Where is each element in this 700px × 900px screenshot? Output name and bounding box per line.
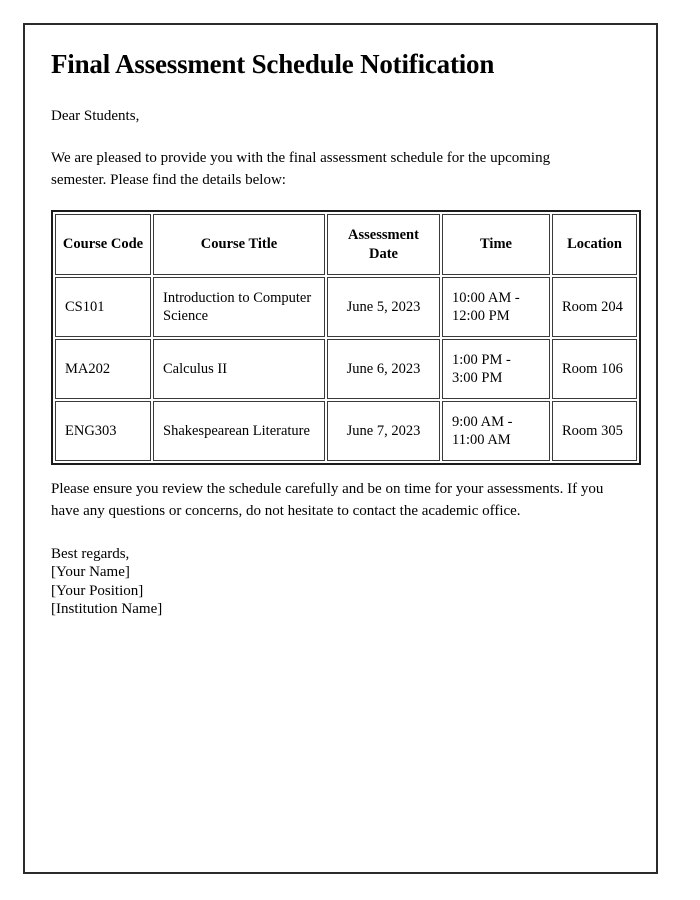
assessment-schedule-table: Course Code Course Title Assessment Date… (51, 209, 641, 466)
cell-time: 10:00 AM - 12:00 PM (442, 277, 550, 338)
document-body: Final Assessment Schedule Notification D… (25, 25, 656, 618)
table-row: CS101 Introduction to Computer Science J… (55, 277, 637, 338)
cell-course-title: Calculus II (153, 339, 325, 400)
column-header-location: Location (552, 213, 637, 276)
cell-course-code: CS101 (55, 277, 151, 338)
column-header-assessment-date: Assessment Date (327, 213, 440, 276)
cell-location: Room 305 (552, 401, 637, 462)
cell-assessment-date: June 5, 2023 (327, 277, 440, 338)
cell-location: Room 106 (552, 339, 637, 400)
intro-paragraph: We are pleased to provide you with the f… (51, 150, 551, 189)
signature-block: Best regards, [Your Name] [Your Position… (51, 545, 632, 618)
cell-course-code: MA202 (55, 339, 151, 400)
signature-name: [Your Name] (51, 564, 130, 581)
cell-course-code: ENG303 (55, 401, 151, 462)
closing-paragraph: Please ensure you review the schedule ca… (51, 481, 604, 520)
cell-course-title: Introduction to Computer Science (153, 277, 325, 338)
column-header-course-title: Course Title (153, 213, 325, 276)
signature-closing: Best regards, (51, 545, 130, 562)
salutation: Dear Students, (51, 108, 140, 125)
cell-assessment-date: June 6, 2023 (327, 339, 440, 400)
cell-location: Room 204 (552, 277, 637, 338)
page-title: Final Assessment Schedule Notification (51, 49, 495, 79)
cell-course-title: Shakespearean Literature (153, 401, 325, 462)
column-header-time: Time (442, 213, 550, 276)
cell-assessment-date: June 7, 2023 (327, 401, 440, 462)
signature-position: [Your Position] (51, 582, 144, 599)
table-row: ENG303 Shakespearean Literature June 7, … (55, 401, 637, 462)
signature-institution: [Institution Name] (51, 600, 163, 617)
column-header-course-code: Course Code (55, 213, 151, 276)
cell-time: 9:00 AM - 11:00 AM (442, 401, 550, 462)
document-page: Final Assessment Schedule Notification D… (23, 23, 658, 874)
cell-time: 1:00 PM - 3:00 PM (442, 339, 550, 400)
table-row: MA202 Calculus II June 6, 2023 1:00 PM -… (55, 339, 637, 400)
table-header-row: Course Code Course Title Assessment Date… (55, 213, 637, 276)
